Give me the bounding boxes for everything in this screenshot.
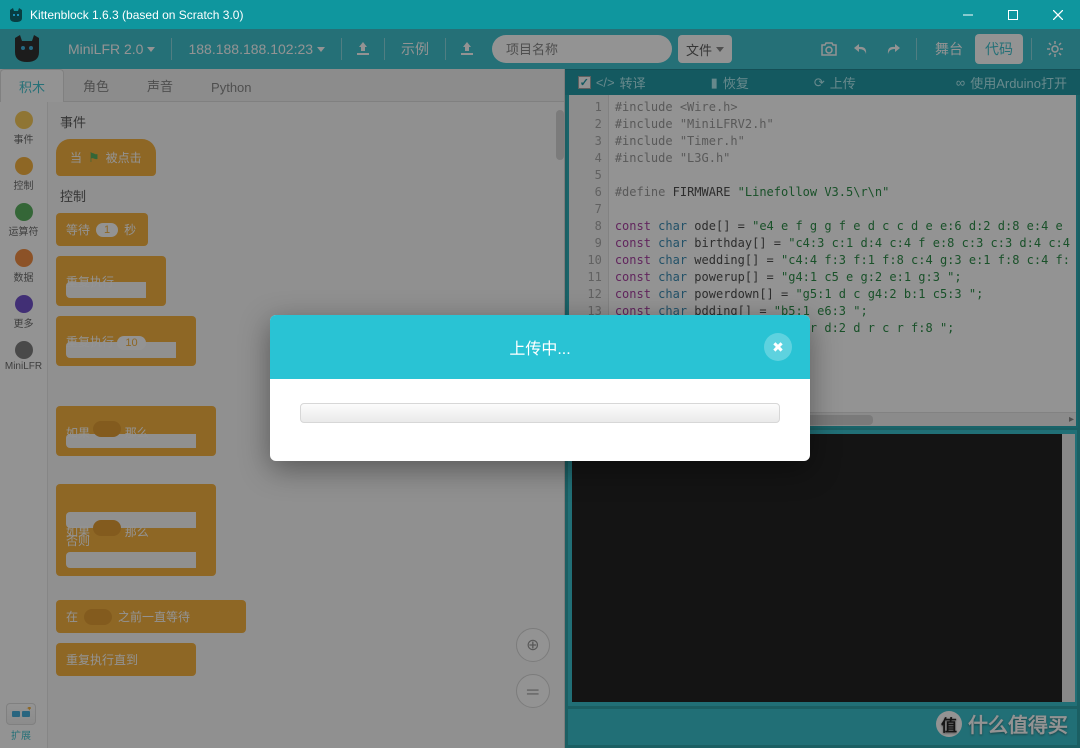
upload-progress-bar: [300, 403, 780, 423]
modal-header: 上传中... ✖: [270, 315, 810, 379]
close-icon: ✖: [772, 339, 784, 356]
window-maximize-button[interactable]: [990, 0, 1035, 29]
modal-close-button[interactable]: ✖: [764, 333, 792, 361]
window-titlebar: Kittenblock 1.6.3 (based on Scratch 3.0): [0, 0, 1080, 29]
app-logo-icon: [8, 8, 24, 22]
modal-body: [270, 379, 810, 461]
window-minimize-button[interactable]: [945, 0, 990, 29]
upload-modal: 上传中... ✖: [270, 315, 810, 461]
window-close-button[interactable]: [1035, 0, 1080, 29]
window-title: Kittenblock 1.6.3 (based on Scratch 3.0): [30, 8, 243, 22]
modal-title: 上传中...: [509, 335, 570, 359]
